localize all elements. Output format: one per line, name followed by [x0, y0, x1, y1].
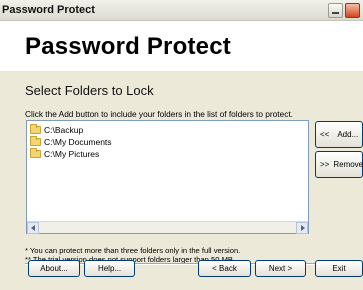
- folder-path: C:\Backup: [44, 124, 84, 135]
- minimize-button[interactable]: [328, 3, 343, 18]
- folder-icon: [30, 135, 41, 146]
- help-button[interactable]: Help...: [84, 260, 135, 277]
- folder-icon: [30, 147, 41, 158]
- instructions-text: Click the Add button to include your fol…: [25, 109, 293, 119]
- add-button[interactable]: << Add...: [315, 121, 363, 148]
- horizontal-scrollbar[interactable]: [27, 221, 308, 234]
- folder-icon: [30, 123, 41, 134]
- dialog-body: Password Protect Select Folders to Lock …: [0, 21, 363, 290]
- folder-path: C:\My Documents: [44, 136, 112, 147]
- folder-list[interactable]: C:\Backup C:\My Documents C:\My Pictures: [26, 120, 309, 234]
- exit-button[interactable]: Exit: [315, 260, 363, 277]
- add-arrow-icon: <<: [320, 130, 330, 139]
- next-button[interactable]: Next >: [255, 260, 306, 277]
- minimize-icon: [332, 12, 339, 14]
- next-button-label: Next >: [268, 264, 293, 273]
- remove-button[interactable]: >> Remove: [315, 151, 363, 178]
- about-button[interactable]: About...: [28, 260, 80, 277]
- list-item[interactable]: C:\Backup: [30, 123, 84, 135]
- close-button[interactable]: [345, 3, 360, 18]
- header-heading: Password Protect: [25, 33, 231, 60]
- add-button-label: Add...: [337, 130, 359, 139]
- back-button[interactable]: < Back: [198, 260, 251, 277]
- scroll-right-icon[interactable]: [296, 222, 308, 234]
- window-title: Password Protect: [2, 4, 95, 16]
- header-banner: Password Protect: [0, 21, 363, 71]
- help-button-label: Help...: [97, 264, 122, 273]
- page-subheading: Select Folders to Lock: [25, 83, 154, 98]
- list-item[interactable]: C:\My Documents: [30, 135, 112, 147]
- title-bar[interactable]: Password Protect: [0, 0, 363, 21]
- back-button-label: < Back: [212, 264, 237, 273]
- folder-path: C:\My Pictures: [44, 148, 100, 159]
- list-item[interactable]: C:\My Pictures: [30, 147, 100, 159]
- scroll-left-icon[interactable]: [27, 222, 39, 234]
- remove-button-label: Remove: [333, 160, 363, 169]
- exit-button-label: Exit: [332, 264, 346, 273]
- note-full-version: * You can protect more than three folder…: [25, 246, 241, 255]
- about-button-label: About...: [40, 264, 68, 273]
- remove-arrow-icon: >>: [320, 160, 330, 169]
